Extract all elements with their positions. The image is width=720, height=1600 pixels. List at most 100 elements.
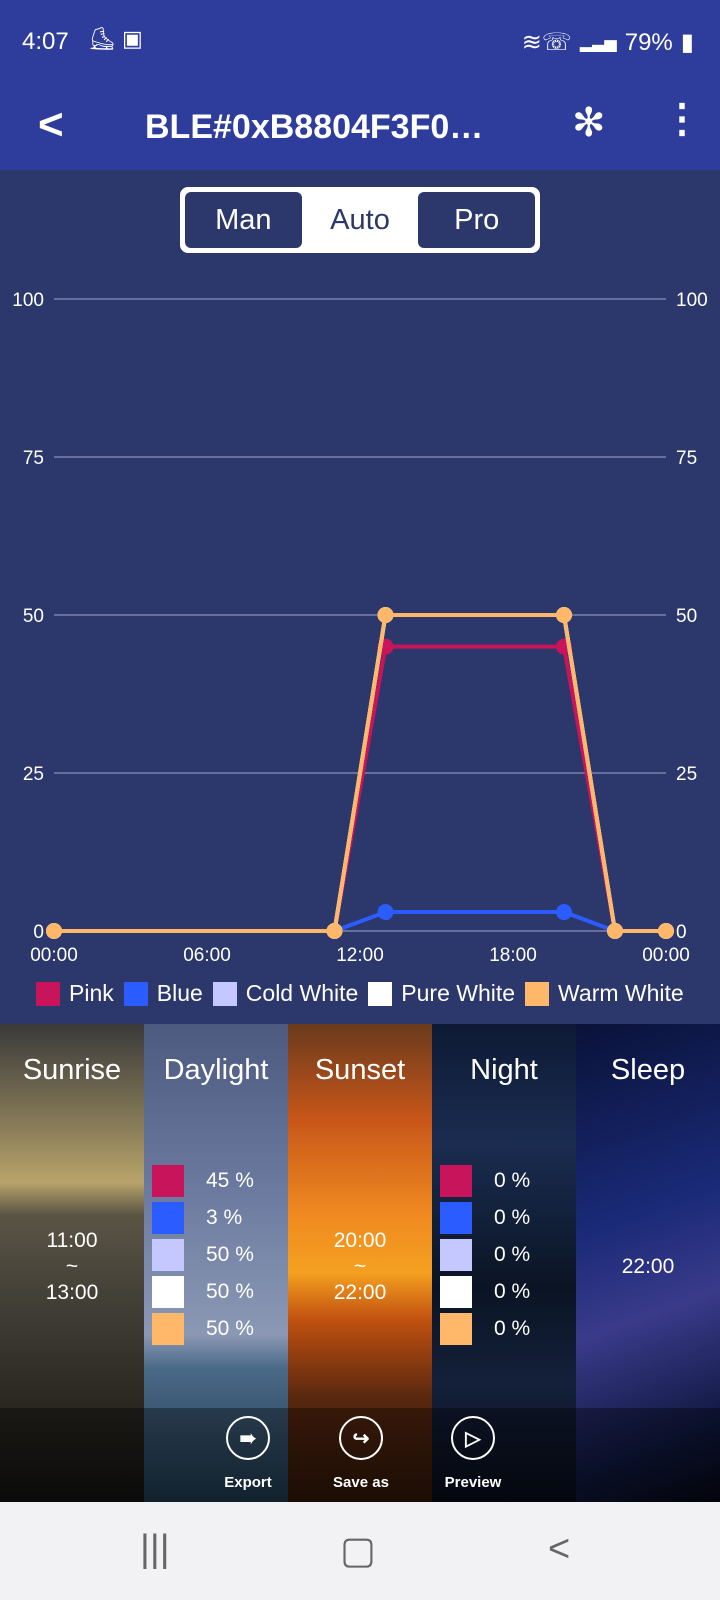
night-values: 0 % 0 % 0 % 0 % 0 % bbox=[440, 1162, 554, 1347]
sunset-time-range: 20:00 ~22:00 bbox=[288, 1228, 432, 1306]
panel-title: Sunset bbox=[314, 1054, 406, 1086]
value: 50 % bbox=[206, 1279, 254, 1303]
wifi-calling-icon: ≋☏ bbox=[521, 29, 572, 56]
intensity-chart: 0 0 25 25 50 50 75 75 100 100 00:00 06:00 12:00 18:00… bbox=[12, 290, 708, 966]
sleep-time: 22:00 bbox=[621, 1255, 675, 1278]
y-tick-right: 100 bbox=[676, 290, 708, 311]
legend-item: Blue bbox=[123, 980, 203, 1007]
tab-man[interactable]: Man bbox=[185, 192, 302, 248]
y-tick-right: 0 bbox=[676, 922, 687, 943]
x-tick: 00:00 bbox=[642, 945, 690, 966]
legend-swatch bbox=[212, 981, 237, 1006]
value-row: 50 % bbox=[152, 1236, 266, 1273]
battery-icon: ▮ bbox=[680, 29, 694, 56]
legend-label: Pink bbox=[69, 980, 114, 1006]
value: 50 % bbox=[206, 1242, 254, 1266]
more-options-icon[interactable]: ⋮ bbox=[662, 96, 702, 142]
y-tick-right: 75 bbox=[676, 448, 697, 469]
y-tick-left: 25 bbox=[23, 764, 44, 785]
tab-pro[interactable]: Pro bbox=[418, 192, 536, 248]
value-row: 0 % bbox=[440, 1162, 554, 1199]
y-tick-left: 50 bbox=[23, 606, 44, 627]
legend-item: Cold White bbox=[212, 980, 359, 1007]
data-point bbox=[556, 904, 572, 921]
value: 3 % bbox=[206, 1205, 243, 1229]
export-button[interactable]: ➠ Export bbox=[203, 1416, 293, 1491]
data-point bbox=[46, 923, 62, 939]
panel-title: Sleep bbox=[610, 1054, 686, 1086]
x-tick: 06:00 bbox=[183, 945, 231, 966]
export-label: Export bbox=[224, 1474, 272, 1491]
share-arrow-icon: ↪ bbox=[339, 1416, 383, 1460]
value-row: 0 % bbox=[440, 1310, 554, 1347]
color-swatch bbox=[440, 1238, 472, 1271]
save-as-button[interactable]: ↪ Save as bbox=[316, 1416, 406, 1491]
y-tick-left: 75 bbox=[23, 448, 44, 469]
end-time: 13:00 bbox=[45, 1281, 99, 1304]
back-icon[interactable]: < bbox=[38, 100, 64, 150]
status-bar: 4:07 ⛸ ▣ ≋☏ ▂▃▅ 79% ▮ bbox=[0, 0, 720, 86]
panel-title: Sunrise bbox=[22, 1054, 122, 1086]
legend-swatch bbox=[368, 981, 393, 1006]
legend-label: Pure White bbox=[401, 980, 516, 1006]
recent-apps-icon[interactable]: ||| bbox=[140, 1528, 170, 1571]
color-swatch bbox=[440, 1275, 472, 1308]
notification-icons: ⛸ ▣ bbox=[88, 26, 143, 51]
x-tick: 00:00 bbox=[30, 945, 78, 966]
play-icon: ▷ bbox=[451, 1416, 495, 1460]
start-time: 11:00 bbox=[46, 1229, 98, 1252]
y-tick-right: 25 bbox=[676, 764, 697, 785]
export-icon: ➠ bbox=[226, 1416, 270, 1460]
panel-title: Night bbox=[470, 1054, 538, 1086]
battery-text: 79% bbox=[624, 28, 673, 56]
end-time: 22:00 bbox=[333, 1281, 387, 1304]
color-swatch bbox=[152, 1164, 184, 1197]
x-tick: 18:00 bbox=[489, 945, 537, 966]
bluetooth-icon[interactable]: ✻ bbox=[572, 100, 606, 146]
separator: ~ bbox=[65, 1255, 79, 1278]
data-point bbox=[607, 923, 623, 939]
value: 0 % bbox=[494, 1242, 531, 1266]
legend-swatch bbox=[525, 981, 550, 1006]
page-title: BLE#0xB8804F3F0… bbox=[145, 108, 484, 146]
data-point bbox=[326, 923, 343, 939]
y-tick-left: 100 bbox=[12, 290, 44, 311]
data-point bbox=[377, 607, 394, 623]
signal-icon: ▂▃▅ bbox=[579, 34, 617, 52]
value: 50 % bbox=[206, 1316, 254, 1340]
value-row: 0 % bbox=[440, 1199, 554, 1236]
legend-label: Warm White bbox=[558, 980, 684, 1006]
value-row: 50 % bbox=[152, 1273, 266, 1310]
value-row: 3 % bbox=[152, 1199, 266, 1236]
data-point bbox=[658, 923, 674, 939]
mode-selector: Man Auto Pro bbox=[180, 187, 540, 253]
app-bar: < BLE#0xB8804F3F0… ✻ ⋮ bbox=[0, 86, 720, 170]
value-row: 0 % bbox=[440, 1236, 554, 1273]
legend-item: Pink bbox=[36, 980, 114, 1007]
panel-title: Daylight bbox=[163, 1054, 269, 1086]
save-as-label: Save as bbox=[333, 1474, 389, 1491]
data-point bbox=[556, 607, 572, 623]
legend-label: Blue bbox=[156, 980, 203, 1006]
preview-label: Preview bbox=[444, 1474, 502, 1491]
color-swatch bbox=[152, 1275, 184, 1308]
legend-item: Pure White bbox=[368, 980, 515, 1007]
daylight-values: 45 % 3 % 50 % 50 % 50 % bbox=[152, 1162, 266, 1347]
color-swatch bbox=[440, 1312, 472, 1345]
preview-button[interactable]: ▷ Preview bbox=[428, 1416, 518, 1491]
separator: ~ bbox=[353, 1255, 367, 1278]
sunrise-time-range: 11:00 ~13:00 bbox=[0, 1228, 144, 1306]
legend-item: Warm White bbox=[525, 980, 684, 1007]
home-icon[interactable]: ▢ bbox=[340, 1528, 376, 1573]
data-point bbox=[377, 904, 394, 921]
value: 0 % bbox=[494, 1316, 531, 1340]
color-swatch bbox=[152, 1312, 184, 1345]
back-nav-icon[interactable]: < bbox=[548, 1528, 570, 1571]
color-swatch bbox=[440, 1164, 472, 1197]
value: 0 % bbox=[494, 1205, 531, 1229]
value-row: 0 % bbox=[440, 1273, 554, 1310]
tab-auto[interactable]: Auto bbox=[301, 192, 419, 248]
value: 0 % bbox=[494, 1168, 531, 1192]
legend-label: Cold White bbox=[245, 980, 359, 1006]
series-line-blue bbox=[54, 910, 666, 933]
